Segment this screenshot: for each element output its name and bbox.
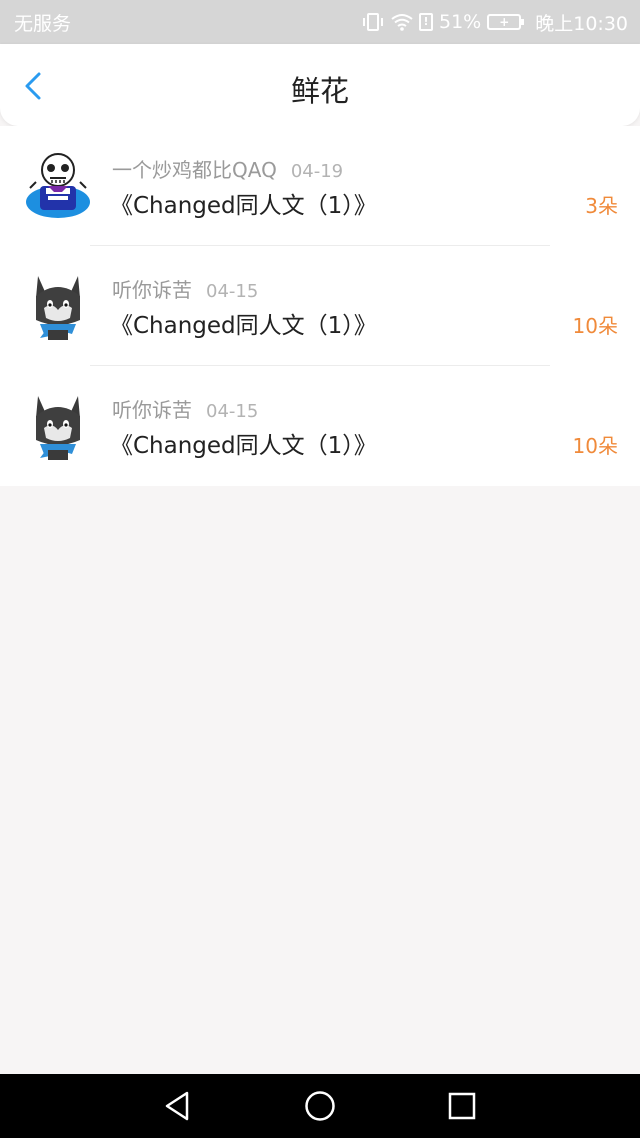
nav-home-button[interactable] xyxy=(302,1088,338,1124)
wolf-avatar-icon xyxy=(36,276,80,340)
list-item[interactable]: 一个炒鸡都比QAQ 04-19 《Changed同人文（1）》 3朵 xyxy=(0,126,640,246)
work-title[interactable]: 《Changed同人文（1）》 xyxy=(110,186,377,220)
skeleton-avatar-icon xyxy=(26,153,90,218)
flower-count: 10朵 xyxy=(572,434,618,458)
status-bar: 无服务 ! 51% + 晚上10:30 xyxy=(0,0,640,44)
item-meta: 一个炒鸡都比QAQ 04-19 xyxy=(112,154,343,183)
item-date: 04-15 xyxy=(206,281,259,302)
alert-icon: ! xyxy=(419,13,433,31)
wolf-avatar-icon xyxy=(36,396,80,460)
username[interactable]: 一个炒鸡都比QAQ xyxy=(112,158,277,182)
flower-count: 10朵 xyxy=(572,314,618,338)
battery-icon: + xyxy=(487,14,525,30)
nav-recent-button[interactable] xyxy=(444,1088,480,1124)
item-meta: 听你诉苦 04-15 xyxy=(112,274,258,303)
carrier-label: 无服务 xyxy=(14,12,72,35)
page-title: 鲜花 xyxy=(290,74,349,108)
battery-percent: 51% xyxy=(439,11,482,33)
work-title[interactable]: 《Changed同人文（1）》 xyxy=(110,426,377,460)
back-button[interactable] xyxy=(18,70,50,102)
vibrate-icon xyxy=(363,13,383,31)
item-date: 04-15 xyxy=(206,401,259,422)
username[interactable]: 听你诉苦 xyxy=(112,278,192,302)
item-meta: 听你诉苦 04-15 xyxy=(112,394,258,423)
avatar[interactable] xyxy=(22,148,94,220)
nav-back-button[interactable] xyxy=(160,1088,196,1124)
avatar[interactable] xyxy=(22,268,94,340)
username[interactable]: 听你诉苦 xyxy=(112,398,192,422)
flower-count: 3朵 xyxy=(585,194,618,218)
work-title[interactable]: 《Changed同人文（1）》 xyxy=(110,306,377,340)
chevron-left-icon xyxy=(25,72,41,100)
triangle-back-icon xyxy=(165,1091,189,1121)
navigation-bar xyxy=(0,1074,640,1138)
flower-list: 一个炒鸡都比QAQ 04-19 《Changed同人文（1）》 3朵 听你诉苦 xyxy=(0,126,640,486)
circle-home-icon xyxy=(305,1091,335,1121)
item-date: 04-19 xyxy=(290,161,344,182)
status-time: 晚上10:30 xyxy=(535,12,628,35)
square-recent-icon xyxy=(448,1092,476,1120)
list-item[interactable]: 听你诉苦 04-15 《Changed同人文（1）》 10朵 xyxy=(0,366,640,486)
status-icons: ! 51% + 晚上10:30 xyxy=(361,9,628,36)
header: 鲜花 xyxy=(0,44,640,126)
avatar[interactable] xyxy=(22,388,94,460)
wifi-icon xyxy=(391,13,413,31)
list-item[interactable]: 听你诉苦 04-15 《Changed同人文（1）》 10朵 xyxy=(0,246,640,366)
